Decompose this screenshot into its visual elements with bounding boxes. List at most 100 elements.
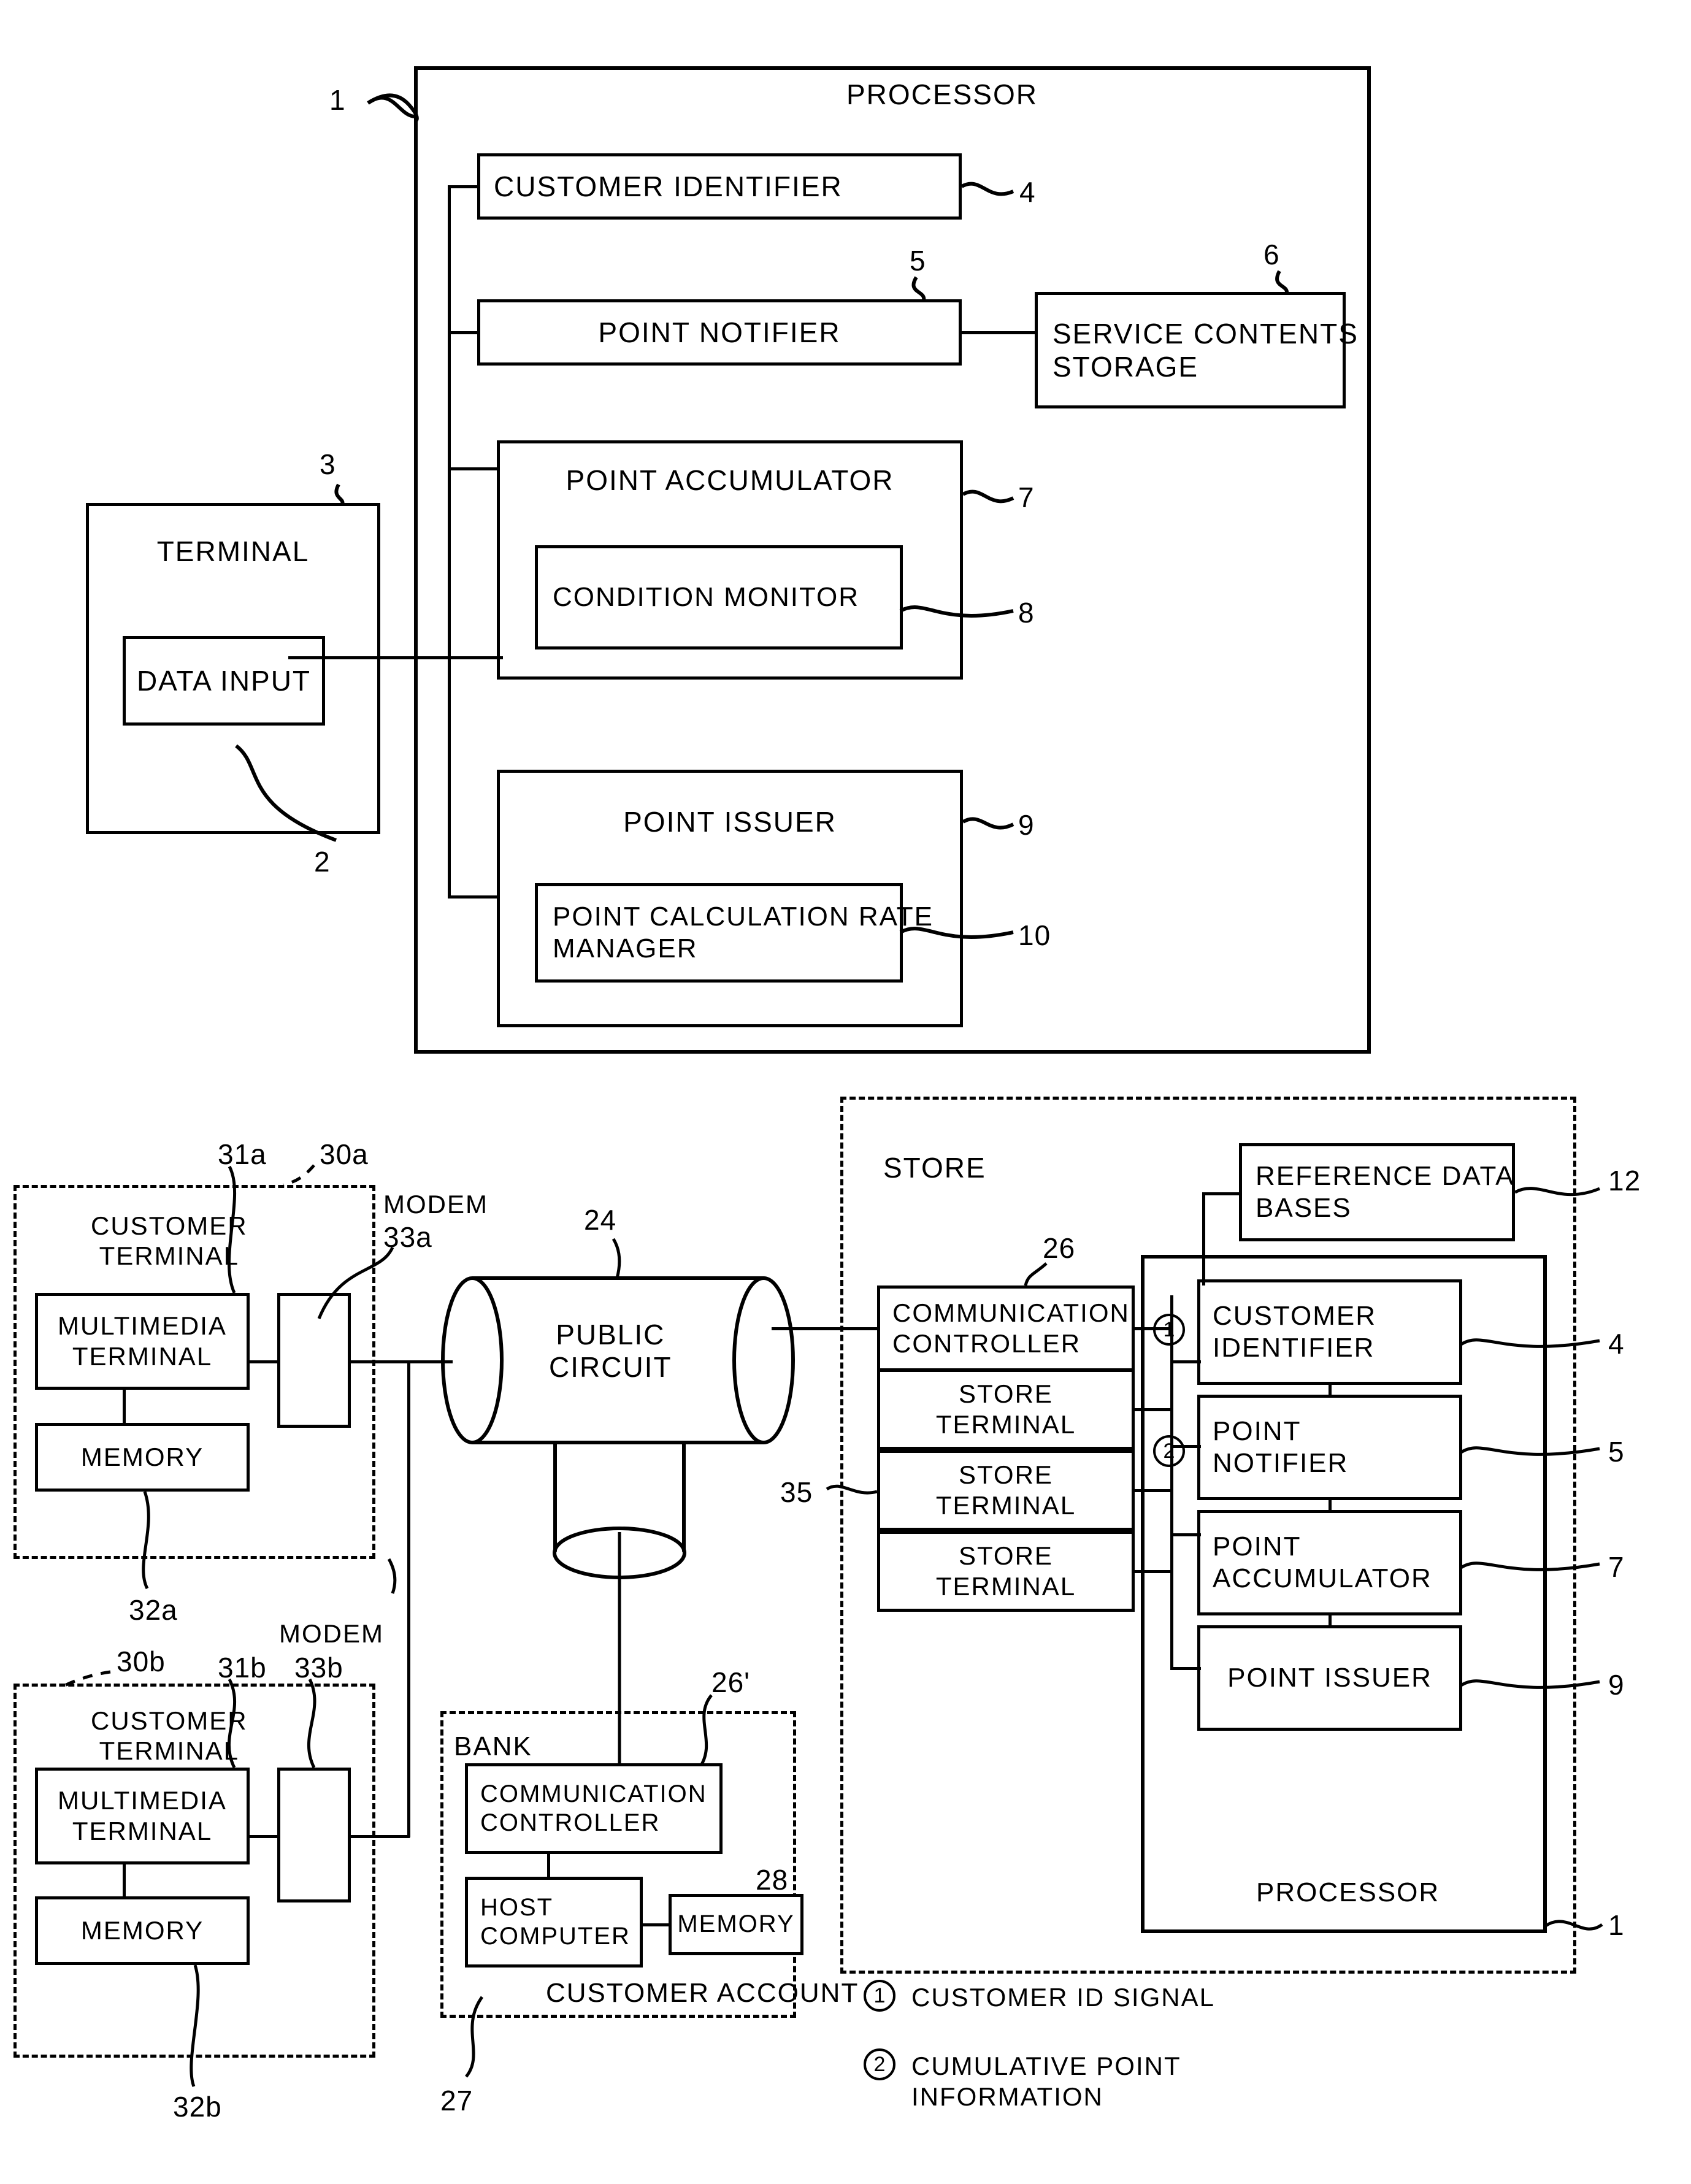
- ref-30b: 30b: [117, 1646, 166, 1677]
- block-memory-a: MEMORY: [35, 1423, 250, 1492]
- block-data-input: DATA INPUT: [123, 636, 325, 726]
- ref-27: 27: [440, 2085, 474, 2117]
- ref-5-store: 5: [1608, 1436, 1625, 1468]
- bank-label: BANK: [454, 1731, 532, 1761]
- block-store-point-notifier: POINT NOTIFIER: [1197, 1395, 1462, 1500]
- block-store-terminal-3: STORE TERMINAL: [877, 1531, 1135, 1612]
- refdb-connector-vertical: [1202, 1192, 1205, 1285]
- block-memory-b: MEMORY: [35, 1896, 250, 1965]
- ref-10-top: 10: [1018, 919, 1051, 951]
- terminal-box: TERMINAL DATA INPUT: [86, 503, 380, 834]
- block-bank-communication-controller: COMMUNICATION CONTROLLER: [465, 1763, 723, 1854]
- block-store-point-notifier-label: POINT NOTIFIER: [1213, 1416, 1349, 1478]
- store-bus-to-point-notifier: [1170, 1445, 1201, 1448]
- ref-4-top: 4: [1019, 176, 1036, 208]
- block-store-terminal-1: STORE TERMINAL: [877, 1369, 1135, 1450]
- legend-marker-1: 1: [864, 1980, 895, 2012]
- multimedia-b-to-memory-b: [123, 1863, 126, 1898]
- modem-a-label: MODEM: [383, 1190, 488, 1219]
- block-store-terminal-2: STORE TERMINAL: [877, 1450, 1135, 1531]
- block-service-contents-storage: SERVICE CONTENTS STORAGE: [1035, 292, 1357, 408]
- ref-7-store: 7: [1608, 1551, 1625, 1583]
- legend-text-2: CUMULATIVE POINT INFORMATION: [911, 2052, 1181, 2112]
- block-data-input-label: DATA INPUT: [136, 664, 312, 697]
- store-terminal3-to-bus: [1133, 1570, 1173, 1573]
- block-bank-memory-label: MEMORY: [677, 1910, 795, 1938]
- data-input-to-bus: [288, 656, 503, 659]
- ref-3-top: 3: [320, 448, 336, 480]
- block-multimedia-terminal-a-label: MULTIMEDIA TERMINAL: [58, 1311, 227, 1371]
- block-multimedia-terminal-a: MULTIMEDIA TERMINAL: [35, 1293, 250, 1390]
- ref-4-store: 4: [1608, 1328, 1625, 1360]
- block-bank-communication-controller-label: COMMUNICATION CONTROLLER: [480, 1780, 707, 1836]
- top-bus-vertical: [448, 186, 451, 898]
- store-cc-to-public-circuit: [772, 1327, 880, 1330]
- modem-b-riser: [407, 1360, 410, 1837]
- block-memory-b-label: MEMORY: [80, 1916, 204, 1945]
- bank-host-to-memory: [641, 1923, 670, 1926]
- block-point-accumulator: POINT ACCUMULATOR CONDITION MONITOR: [497, 440, 963, 680]
- ref-26-prime: 26': [711, 1666, 750, 1698]
- block-bank-memory: MEMORY: [669, 1894, 803, 1955]
- block-host-computer: HOST COMPUTER: [465, 1877, 643, 1968]
- ref-33a: 33a: [383, 1221, 432, 1253]
- block-condition-monitor: CONDITION MONITOR: [535, 545, 903, 649]
- ref-33b: 33b: [294, 1652, 343, 1684]
- top-bus-to-customer-identifier: [448, 185, 480, 188]
- block-modem-a: [277, 1293, 351, 1428]
- block-store-terminal-2-label: STORE TERMINAL: [935, 1460, 1076, 1520]
- ref-26: 26: [1043, 1232, 1076, 1264]
- patent-figure-page: PROCESSOR 1 CUSTOMER IDENTIFIER 4 POINT …: [0, 0, 1691, 2184]
- customer-account-label: CUSTOMER ACCOUNT: [546, 1978, 859, 2008]
- block-customer-identifier: CUSTOMER IDENTIFIER: [477, 153, 962, 220]
- store-chain-id-notifier: [1329, 1382, 1332, 1397]
- ref-2-top: 2: [314, 846, 331, 878]
- ref-28: 28: [756, 1864, 789, 1896]
- block-store-point-accumulator-label: POINT ACCUMULATOR: [1213, 1531, 1432, 1593]
- signal-marker-2: 2: [1153, 1435, 1185, 1467]
- store-chain-notifier-accum: [1329, 1498, 1332, 1512]
- block-point-issuer-label: POINT ISSUER: [623, 806, 837, 838]
- store-bus-to-point-issuer: [1170, 1667, 1201, 1670]
- block-store-communication-controller: COMMUNICATION CONTROLLER: [877, 1285, 1135, 1371]
- ref-12: 12: [1608, 1165, 1641, 1197]
- ref-31b: 31b: [218, 1652, 267, 1684]
- multimedia-b-to-modem-b: [247, 1835, 280, 1838]
- customer-terminal-a-title: CUSTOMER TERMINAL: [91, 1211, 248, 1270]
- point-notifier-to-service-storage: [959, 331, 1037, 334]
- store-bus-to-customer-identifier: [1170, 1360, 1201, 1363]
- block-multimedia-terminal-b: MULTIMEDIA TERMINAL: [35, 1768, 250, 1864]
- modem-b-to-riser: [348, 1835, 410, 1838]
- ref-8-top: 8: [1018, 597, 1035, 629]
- modem-a-to-public-circuit: [348, 1360, 453, 1363]
- ref-32a: 32a: [129, 1594, 178, 1626]
- block-store-point-issuer: POINT ISSUER: [1197, 1625, 1462, 1731]
- ref-1-store: 1: [1608, 1909, 1625, 1941]
- block-store-point-accumulator: POINT ACCUMULATOR: [1197, 1510, 1462, 1615]
- block-service-contents-storage-label: SERVICE CONTENTS STORAGE: [1053, 317, 1359, 383]
- top-bus-to-point-issuer: [448, 895, 499, 899]
- store-processor-label: PROCESSOR: [1256, 1877, 1440, 1907]
- block-store-communication-controller-label: COMMUNICATION CONTROLLER: [892, 1298, 1130, 1358]
- block-condition-monitor-label: CONDITION MONITOR: [553, 582, 860, 613]
- ref-6-top: 6: [1263, 239, 1280, 270]
- store-terminal2-to-bus: [1133, 1489, 1173, 1492]
- store-terminal1-to-bus: [1133, 1408, 1173, 1411]
- block-point-accumulator-label: POINT ACCUMULATOR: [566, 464, 894, 496]
- modem-b-label: MODEM: [279, 1619, 384, 1648]
- block-multimedia-terminal-b-label: MULTIMEDIA TERMINAL: [58, 1786, 227, 1845]
- store-label: STORE: [883, 1152, 986, 1184]
- block-point-calculation-rate-manager-label: POINT CALCULATION RATE MANAGER: [553, 902, 934, 964]
- ref-9-top: 9: [1018, 809, 1035, 841]
- bank-cc-to-host: [547, 1853, 550, 1879]
- block-reference-data-bases: REFERENCE DATA BASES: [1239, 1143, 1515, 1241]
- legend-row-1: 1 CUSTOMER ID SIGNAL: [864, 1980, 1215, 2013]
- block-store-terminal-1-label: STORE TERMINAL: [935, 1379, 1076, 1439]
- ref-1-top: 1: [329, 84, 346, 116]
- block-store-terminal-3-label: STORE TERMINAL: [935, 1541, 1076, 1601]
- store-cc-to-bus: [1133, 1327, 1173, 1330]
- ref-9-store: 9: [1608, 1669, 1625, 1701]
- legend-row-2: 2 CUMULATIVE POINT INFORMATION: [864, 2048, 1181, 2113]
- top-bus-to-point-notifier: [448, 331, 480, 334]
- top-processor-label: PROCESSOR: [846, 79, 1038, 110]
